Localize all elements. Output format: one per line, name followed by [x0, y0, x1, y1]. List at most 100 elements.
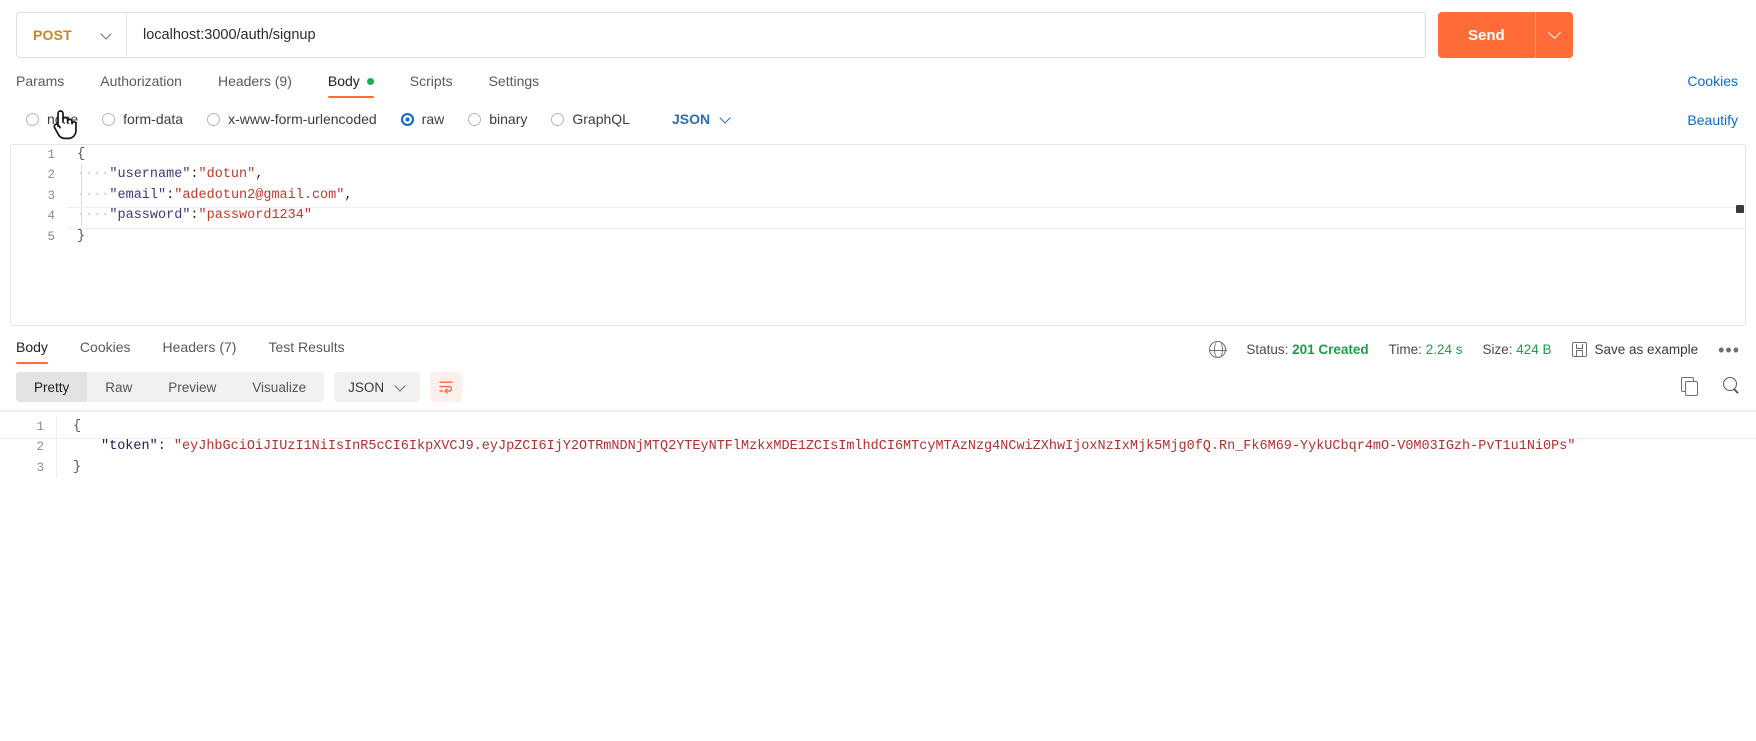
response-line: 1 {	[0, 417, 1756, 438]
body-type-urlencoded[interactable]: x-www-form-urlencoded	[207, 111, 377, 127]
json-value: "dotun"	[198, 167, 256, 183]
line-content: ····"username":"dotun",	[67, 165, 1745, 185]
size-label: Size:	[1482, 342, 1513, 357]
brace-token: {	[73, 419, 82, 434]
response-format-selector[interactable]: JSON	[334, 372, 421, 402]
response-tab-cookies[interactable]: Cookies	[80, 339, 131, 364]
response-view-mode-group: Pretty Raw Preview Visualize	[16, 372, 325, 402]
tab-headers[interactable]: Headers (9)	[218, 73, 292, 98]
copy-icon[interactable]	[1681, 377, 1698, 396]
json-value: "password1234"	[198, 208, 312, 224]
json-colon: :	[190, 208, 199, 224]
tab-scripts-label: Scripts	[409, 73, 453, 89]
wrap-text-button[interactable]	[430, 372, 463, 402]
line-content: }	[56, 457, 1756, 479]
http-method-selector[interactable]: POST	[17, 13, 127, 57]
body-type-graphql[interactable]: GraphQL	[551, 111, 630, 127]
active-line-rule	[67, 207, 1745, 208]
line-content: "token": "eyJhbGciOiJIUzI1NiIsInR5cCI6Ik…	[56, 437, 1756, 458]
send-button[interactable]: Send	[1438, 12, 1535, 58]
editor-scrollbar-thumb[interactable]	[1736, 205, 1744, 213]
request-code-area[interactable]: 1 { 2 ····"username":"dotun", 3 ····"ema…	[11, 145, 1745, 247]
radio-graphql-icon[interactable]	[551, 112, 565, 126]
search-icon[interactable]	[1723, 377, 1740, 394]
body-type-none[interactable]: none	[26, 111, 78, 127]
url-bar: POST Send	[0, 0, 1756, 58]
send-options-caret[interactable]	[1534, 12, 1573, 58]
code-line: 3 ····"email":"adedotun2@gmail.com",	[11, 186, 1745, 206]
view-mode-preview[interactable]: Preview	[150, 372, 234, 402]
request-url-input[interactable]	[127, 13, 1425, 57]
view-mode-raw-label: Raw	[105, 379, 133, 395]
brace-token: {	[77, 147, 86, 162]
response-body-viewer[interactable]: 1 { 2 "token": "eyJhbGciOiJIUzI1NiIsInR5…	[0, 410, 1756, 710]
line-number: 1	[36, 420, 44, 434]
response-status-strip: Status: 201 Created Time: 2.24 s Size: 4…	[1208, 340, 1740, 359]
radio-none-icon[interactable]	[26, 112, 39, 126]
response-toolbar-actions	[1681, 377, 1740, 396]
tab-scripts[interactable]: Scripts	[410, 73, 453, 98]
body-type-urlencoded-label: x-www-form-urlencoded	[228, 111, 377, 127]
tab-body[interactable]: Body	[327, 73, 374, 98]
view-mode-preview-label: Preview	[168, 379, 217, 395]
save-as-example-button[interactable]: Save as example	[1571, 342, 1698, 357]
tab-authorization[interactable]: Authorization	[100, 73, 182, 98]
response-more-options-button[interactable]: •••	[1718, 341, 1740, 359]
code-line: 1 {	[11, 145, 1745, 165]
line-number: 4	[47, 209, 55, 224]
json-comma: ,	[344, 187, 353, 203]
send-button-group: Send	[1438, 12, 1573, 58]
request-body-editor[interactable]: 1 { 2 ····"username":"dotun", 3 ····"ema…	[10, 144, 1746, 326]
body-type-raw[interactable]: raw	[400, 111, 445, 127]
http-method-label: POST	[33, 27, 72, 43]
view-mode-raw[interactable]: Raw	[87, 372, 150, 402]
view-mode-pretty-label: Pretty	[34, 379, 70, 395]
response-format-label: JSON	[348, 379, 385, 395]
cookies-link[interactable]: Cookies	[1687, 73, 1738, 89]
size-value: 424 B	[1516, 342, 1552, 357]
body-type-binary-label: binary	[489, 111, 528, 127]
url-input-group: POST	[16, 12, 1426, 58]
brace-token: }	[77, 228, 86, 244]
status-label: Status:	[1246, 342, 1289, 357]
time-value: 2.24 s	[1425, 342, 1463, 357]
tab-params-label: Params	[16, 73, 65, 89]
radio-form-data-icon[interactable]	[102, 112, 116, 126]
time-group: Time: 2.24 s	[1389, 342, 1463, 357]
json-value: "eyJhbGciOiJIUzI1NiIsInR5cCI6IkpXVCJ9.ey…	[173, 439, 1576, 455]
tab-settings[interactable]: Settings	[489, 73, 540, 98]
line-content: }	[67, 227, 1745, 247]
json-colon: :	[190, 167, 199, 183]
raw-format-label: JSON	[671, 111, 711, 127]
response-view-toolbar: Pretty Raw Preview Visualize JSON	[0, 364, 1756, 410]
beautify-button[interactable]: Beautify	[1687, 112, 1738, 128]
line-number: 3	[36, 460, 44, 475]
tab-settings-label: Settings	[488, 73, 540, 89]
radio-urlencoded-icon[interactable]	[207, 112, 221, 126]
globe-icon[interactable]	[1208, 340, 1227, 359]
view-mode-visualize[interactable]: Visualize	[234, 372, 324, 402]
response-tab-body[interactable]: Body	[16, 339, 48, 364]
tab-params[interactable]: Params	[16, 73, 64, 98]
save-icon	[1571, 342, 1587, 357]
body-type-raw-label: raw	[421, 111, 445, 127]
body-type-form-data[interactable]: form-data	[102, 111, 183, 127]
line-number: 5	[47, 229, 55, 244]
postman-request-response-pane: POST Send Params Authorization Headers (…	[0, 0, 1756, 741]
raw-format-selector[interactable]: JSON	[672, 111, 731, 127]
json-comma: ,	[255, 167, 264, 183]
view-mode-pretty[interactable]: Pretty	[16, 372, 88, 402]
json-colon: :	[157, 439, 174, 455]
wrap-text-icon	[439, 381, 453, 394]
radio-raw-icon[interactable]	[400, 112, 414, 126]
tab-body-label: Body	[327, 73, 360, 89]
radio-binary-icon[interactable]	[468, 112, 482, 126]
response-tab-headers[interactable]: Headers (7)	[163, 339, 237, 364]
response-tab-test-results[interactable]: Test Results	[268, 339, 344, 364]
chevron-down-icon	[721, 114, 731, 124]
body-type-binary[interactable]: binary	[468, 111, 527, 127]
body-type-graphql-label: GraphQL	[572, 111, 630, 127]
view-mode-visualize-label: Visualize	[252, 379, 307, 395]
response-line: 2 "token": "eyJhbGciOiJIUzI1NiIsInR5cCI6…	[0, 437, 1756, 458]
